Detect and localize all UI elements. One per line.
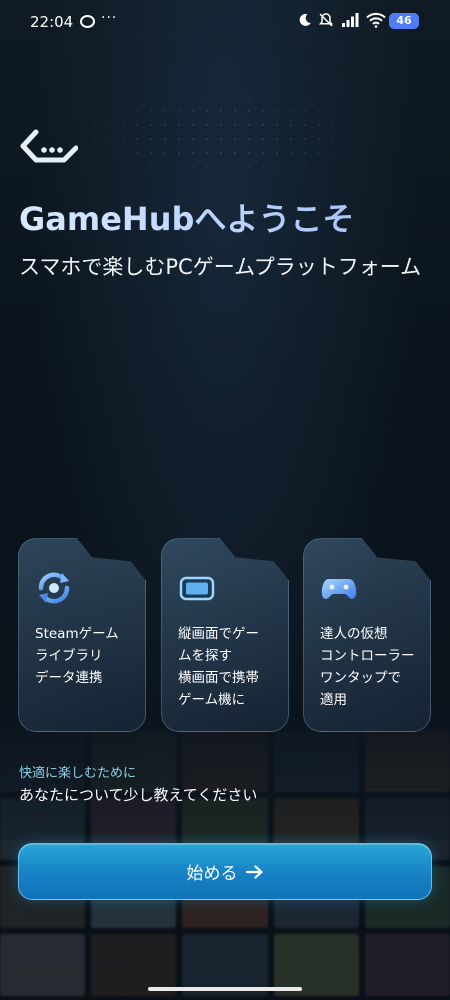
gamehub-logo-icon xyxy=(20,129,78,163)
arrow-right-icon xyxy=(245,864,263,879)
start-button-label: 始める xyxy=(186,864,238,884)
dot-pattern xyxy=(60,90,390,180)
page-title: GameHubへようこそ xyxy=(19,196,354,242)
intro-text: あなたについて少し教えてください xyxy=(19,786,258,804)
feature-text: 達人の仮想 コントローラー ワンタップで 適用 xyxy=(320,626,415,708)
moon-icon xyxy=(299,13,311,26)
intro-label: 快適に楽しむために xyxy=(19,766,137,781)
status-time: 22:04 xyxy=(30,13,74,31)
feature-card-controller: 達人の仮想 コントローラー ワンタップで 適用 xyxy=(303,538,431,732)
message-icon xyxy=(80,15,95,28)
status-bar: 22:04 ··· 46 xyxy=(0,0,450,44)
more-icon: ··· xyxy=(101,10,118,26)
home-indicator[interactable] xyxy=(148,987,302,991)
feature-card-orientation: 縦画面でゲー ムを探す 横画面で携帯 ゲーム機に xyxy=(161,538,289,732)
mute-bell-icon xyxy=(318,13,334,27)
page-subtitle: スマホで楽しむPCゲームプラットフォーム xyxy=(19,255,422,279)
start-button[interactable]: 始める xyxy=(18,843,432,900)
feature-text: Steamゲーム ライブラリ データ連携 xyxy=(35,626,119,686)
feature-card-steam-sync: Steamゲーム ライブラリ データ連携 xyxy=(18,538,146,732)
battery-indicator: 46 xyxy=(389,13,419,29)
signal-icon xyxy=(342,13,359,27)
gamepad-icon xyxy=(321,579,357,599)
phone-landscape-icon xyxy=(179,576,215,601)
feature-text: 縦画面でゲー ムを探す 横画面で携帯 ゲーム機に xyxy=(178,626,259,708)
sync-icon xyxy=(38,572,70,604)
wifi-icon xyxy=(366,12,386,28)
